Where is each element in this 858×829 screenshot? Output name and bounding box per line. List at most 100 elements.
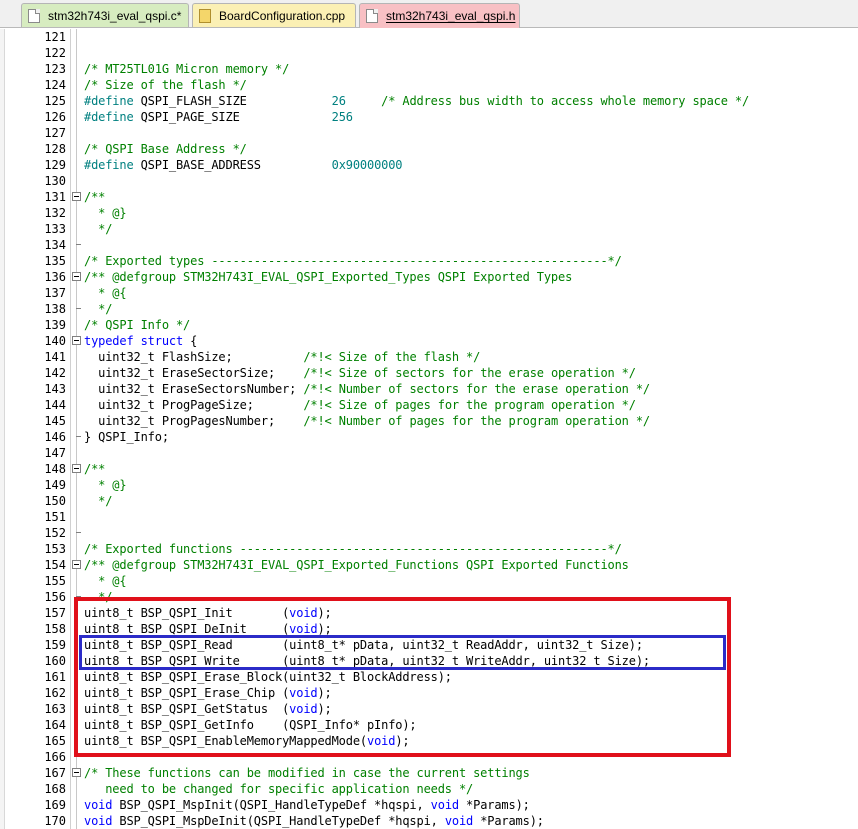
code-token: /* QSPI Info */ [84, 318, 191, 332]
code-line[interactable]: 150 */ [0, 493, 858, 509]
code-token: void [289, 686, 318, 700]
code-line[interactable]: 153 /* Exported functions ---------------… [0, 541, 858, 557]
code-line[interactable]: 139 /* QSPI Info */ [0, 317, 858, 333]
code-line[interactable]: 165 uint8_t BSP_QSPI_EnableMemoryMappedMo… [0, 733, 858, 749]
code-token: #define [84, 94, 141, 108]
code-text: uint8_t BSP_QSPI_GetInfo (QSPI_Info* pIn… [84, 717, 417, 733]
code-line[interactable]: 145 uint32_t ProgPagesNumber; /*!< Numbe… [0, 413, 858, 429]
code-line[interactable]: 166 [0, 749, 858, 765]
code-line[interactable]: 157 uint8_t BSP_QSPI_Init (void); [0, 605, 858, 621]
line-number: 150 [44, 494, 66, 508]
line-number: 121 [44, 30, 66, 44]
code-line[interactable]: 140 typedef struct { [0, 333, 858, 349]
code-line[interactable]: 128 /* QSPI Base Address */ [0, 141, 858, 157]
code-token: /* These functions can be modified in ca… [84, 766, 530, 780]
code-line[interactable]: 144 uint32_t ProgPageSize; /*!< Size of … [0, 397, 858, 413]
line-number: 125 [44, 94, 66, 108]
code-line[interactable]: 162 uint8_t BSP_QSPI_Erase_Chip (void); [0, 685, 858, 701]
code-token: uint8_t BSP_QSPI_GetInfo (QSPI_Info* pIn… [84, 718, 417, 732]
code-line[interactable]: 155 * @{ [0, 573, 858, 589]
line-number: 142 [44, 366, 66, 380]
code-editor[interactable]: 121 122 123/* MT25TL01G Micron memory */12… [0, 29, 858, 829]
code-token: typedef struct [84, 334, 191, 348]
code-token: uint32_t EraseSectorSize; [84, 366, 304, 380]
code-line[interactable]: 163 uint8_t BSP_QSPI_GetStatus (void); [0, 701, 858, 717]
line-number: 128 [44, 142, 66, 156]
fold-collapse-icon[interactable] [72, 464, 81, 473]
line-number: 127 [44, 126, 66, 140]
code-token: uint8_t BSP_QSPI_EnableMemoryMappedMode( [84, 734, 367, 748]
fold-collapse-icon[interactable] [72, 560, 81, 569]
code-text: uint32_t FlashSize; /*!< Size of the fla… [84, 349, 480, 365]
code-line[interactable]: 130 [0, 173, 858, 189]
code-line[interactable]: 135 /* Exported types -------------------… [0, 253, 858, 269]
code-line[interactable]: 141 uint32_t FlashSize; /*!< Size of the… [0, 349, 858, 365]
code-line[interactable]: 161 uint8_t BSP_QSPI_Erase_Block(uint32_t… [0, 669, 858, 685]
code-line[interactable]: 160 uint8_t BSP_QSPI_Write (uint8_t* pDat… [0, 653, 858, 669]
line-number: 137 [44, 286, 66, 300]
code-line[interactable]: 136 /** @defgroup STM32H743I_EVAL_QSPI_Ex… [0, 269, 858, 285]
fold-collapse-icon[interactable] [72, 336, 81, 345]
code-text: */ [84, 221, 112, 237]
line-number: 154 [44, 558, 66, 572]
code-line[interactable]: 146} QSPI_Info; [0, 429, 858, 445]
fold-end-marker [76, 436, 81, 437]
code-line[interactable]: 126 #define QSPI_PAGE_SIZE 256 [0, 109, 858, 125]
code-line[interactable]: 129 #define QSPI_BASE_ADDRESS 0x90000000 [0, 157, 858, 173]
tab-stm32h743i-eval-qspi-c[interactable]: stm32h743i_eval_qspi.c* [21, 3, 189, 27]
code-line[interactable]: 152 [0, 525, 858, 541]
code-token: */ [84, 590, 113, 604]
line-number: 146 [44, 430, 66, 444]
code-line[interactable]: 168 need to be changed for specific appl… [0, 781, 858, 797]
code-line[interactable]: 124 /* Size of the flash */ [0, 77, 858, 93]
code-line[interactable]: 159 uint8_t BSP_QSPI_Read (uint8_t* pData… [0, 637, 858, 653]
code-text: * @} [84, 205, 126, 221]
code-token: uint8_t BSP_QSPI_Erase_Chip ( [84, 686, 290, 700]
code-line[interactable]: 154 /** @defgroup STM32H743I_EVAL_QSPI_Ex… [0, 557, 858, 573]
editor-tab-bar: stm32h743i_eval_qspi.c* BoardConfigurati… [0, 0, 858, 28]
code-text: uint8_t BSP_QSPI_DeInit (void); [84, 621, 332, 637]
code-line[interactable]: 143 uint32_t EraseSectorsNumber; /*!< Nu… [0, 381, 858, 397]
fold-collapse-icon[interactable] [72, 192, 81, 201]
code-line[interactable]: 164 uint8_t BSP_QSPI_GetInfo (QSPI_Info* … [0, 717, 858, 733]
code-line[interactable]: 138 */ [0, 301, 858, 317]
code-line[interactable]: 131 /** [0, 189, 858, 205]
line-number: 124 [44, 78, 66, 92]
code-line[interactable]: 151 [0, 509, 858, 525]
code-line[interactable]: 123 /* MT25TL01G Micron memory */ [0, 61, 858, 77]
tab-boardconfiguration-cpp[interactable]: BoardConfiguration.cpp [192, 3, 356, 27]
code-line[interactable]: 137 * @{ [0, 285, 858, 301]
c-file-icon [28, 8, 40, 23]
code-line[interactable]: 122 [0, 45, 858, 61]
code-line[interactable]: 149 * @} [0, 477, 858, 493]
code-line[interactable]: 132 * @} [0, 205, 858, 221]
code-line[interactable]: 169 void BSP_QSPI_MspInit(QSPI_HandleType… [0, 797, 858, 813]
tab-stm32h743i-eval-qspi-h[interactable]: stm32h743i_eval_qspi.h [359, 3, 520, 28]
code-token: /** [84, 462, 106, 476]
code-text: * @{ [84, 285, 126, 301]
code-token: uint8_t BSP_QSPI_Init ( [84, 606, 290, 620]
code-line[interactable]: 147 [0, 445, 858, 461]
code-text: */ [84, 493, 112, 509]
code-line[interactable]: 170 void BSP_QSPI_MspDeInit(QSPI_HandleTy… [0, 813, 858, 829]
code-line[interactable]: 134 [0, 237, 858, 253]
code-line[interactable]: 121 [0, 29, 858, 45]
code-line[interactable]: 127 [0, 125, 858, 141]
code-line[interactable]: 142 uint32_t EraseSectorSize; /*!< Size … [0, 365, 858, 381]
tab-label: stm32h743i_eval_qspi.h [386, 9, 516, 23]
line-number: 163 [44, 702, 66, 716]
code-line[interactable]: 156 */ [0, 589, 858, 605]
code-line[interactable]: 148 /** [0, 461, 858, 477]
line-number: 123 [44, 62, 66, 76]
line-number: 166 [44, 750, 66, 764]
code-text: need to be changed for specific applicat… [84, 781, 473, 797]
line-number: 129 [44, 158, 66, 172]
fold-collapse-icon[interactable] [72, 272, 81, 281]
code-token: /** [84, 190, 106, 204]
fold-collapse-icon[interactable] [72, 768, 81, 777]
code-line[interactable]: 158 uint8_t BSP_QSPI_DeInit (void); [0, 621, 858, 637]
code-line[interactable]: 125 #define QSPI_FLASH_SIZE 26 /* Address… [0, 93, 858, 109]
code-line[interactable]: 133 */ [0, 221, 858, 237]
code-token: uint8_t BSP_QSPI_DeInit ( [84, 622, 290, 636]
code-line[interactable]: 167 /* These functions can be modified in… [0, 765, 858, 781]
